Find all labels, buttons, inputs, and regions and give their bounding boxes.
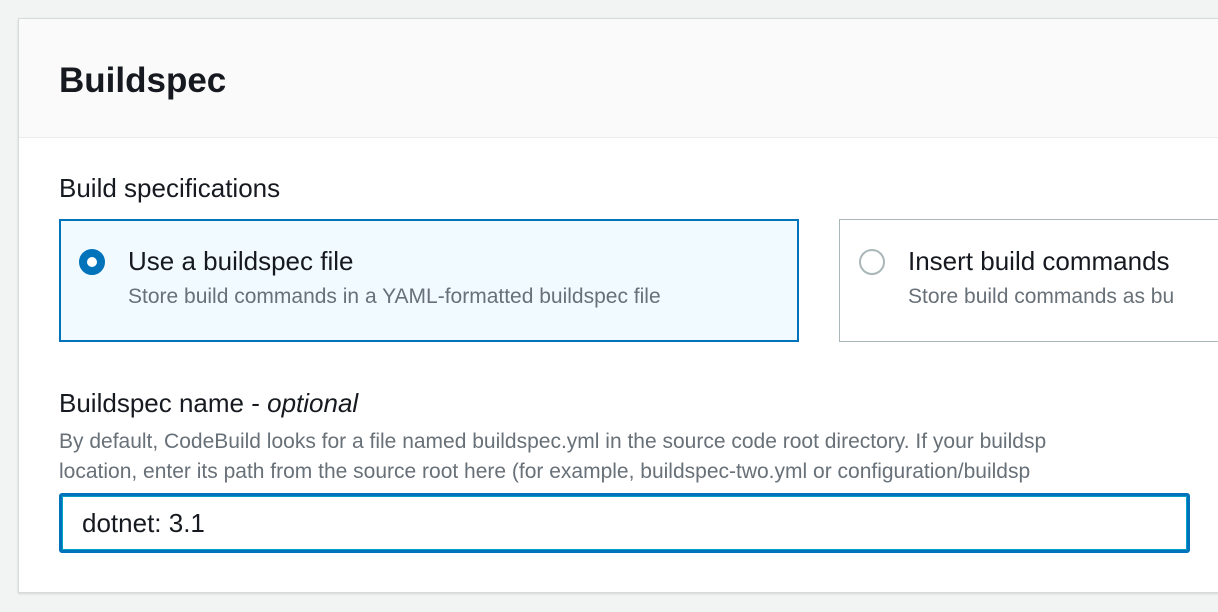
panel-title: Buildspec [59, 61, 227, 100]
help-line-1: By default, CodeBuild looks for a file n… [59, 430, 1047, 453]
build-specifications-label: Build specifications [59, 173, 281, 203]
optional-marker: optional [267, 388, 359, 418]
buildspec-name-help: By default, CodeBuild looks for a file n… [59, 427, 1218, 487]
buildspec-name-label-text: Buildspec name - [59, 388, 268, 418]
radio-checked-icon[interactable] [79, 249, 105, 275]
buildspec-panel: Buildspec Build specifications Use a bui… [18, 18, 1218, 593]
option-description: Store build commands as bu [908, 285, 1175, 308]
panel-header: Buildspec [19, 19, 1218, 138]
option-use-buildspec-file[interactable]: Use a buildspec file Store build command… [59, 219, 799, 342]
option-title: Insert build commands [908, 246, 1170, 276]
option-insert-build-commands[interactable]: Insert build commands Store build comman… [839, 219, 1218, 342]
option-title: Use a buildspec file [128, 246, 354, 276]
help-line-2: location, enter its path from the source… [59, 460, 1031, 483]
option-description: Store build commands in a YAML-formatted… [128, 285, 661, 308]
buildspec-name-label: Buildspec name - optional [59, 386, 358, 420]
radio-unchecked-icon[interactable] [859, 249, 885, 275]
buildspec-name-input[interactable] [59, 493, 1190, 553]
